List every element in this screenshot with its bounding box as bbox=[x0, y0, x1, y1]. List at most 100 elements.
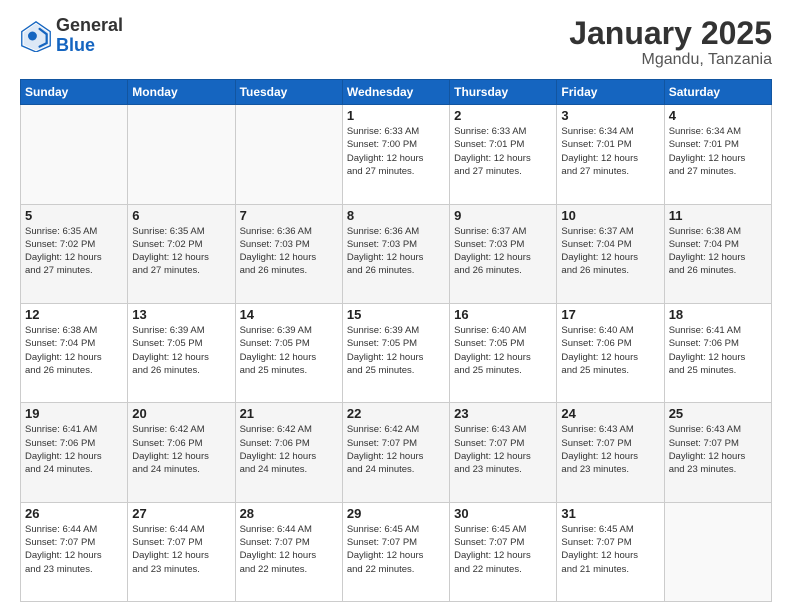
calendar-cell-w2-d4: 9Sunrise: 6:37 AMSunset: 7:03 PMDaylight… bbox=[450, 204, 557, 303]
calendar-cell-w1-d4: 2Sunrise: 6:33 AMSunset: 7:01 PMDaylight… bbox=[450, 105, 557, 204]
day-number: 17 bbox=[561, 307, 659, 322]
day-info: Sunrise: 6:35 AMSunset: 7:02 PMDaylight:… bbox=[132, 225, 230, 278]
day-number: 31 bbox=[561, 506, 659, 521]
day-number: 14 bbox=[240, 307, 338, 322]
calendar-cell-w2-d1: 6 Sunrise: 6:35 AMSunset: 7:02 PMDaylight… bbox=[128, 204, 235, 303]
calendar-cell-w5-d6 bbox=[664, 502, 771, 601]
day-number: 11 bbox=[669, 208, 767, 223]
day-info: Sunrise: 6:33 AMSunset: 7:01 PMDaylight:… bbox=[454, 125, 552, 178]
day-number: 20 bbox=[132, 406, 230, 421]
calendar-cell-w1-d3: 1Sunrise: 6:33 AMSunset: 7:00 PMDaylight… bbox=[342, 105, 449, 204]
day-number: 18 bbox=[669, 307, 767, 322]
day-number: 27 bbox=[132, 506, 230, 521]
title-month: January 2025 bbox=[569, 16, 772, 51]
day-info: Sunrise: 6:37 AMSunset: 7:03 PMDaylight:… bbox=[454, 225, 552, 278]
calendar-week-4: 19 Sunrise: 6:41 AMSunset: 7:06 PMDayligh… bbox=[21, 403, 772, 502]
day-number: 1 bbox=[347, 108, 445, 123]
day-info: Sunrise: 6:36 AMSunset: 7:03 PMDaylight:… bbox=[347, 225, 445, 278]
calendar-cell-w1-d5: 3Sunrise: 6:34 AMSunset: 7:01 PMDaylight… bbox=[557, 105, 664, 204]
calendar-cell-w5-d1: 27 Sunrise: 6:44 AMSunset: 7:07 PMDayligh… bbox=[128, 502, 235, 601]
calendar-header-row: Sunday Monday Tuesday Wednesday Thursday… bbox=[21, 80, 772, 105]
header: General Blue January 2025 Mgandu, Tanzan… bbox=[20, 16, 772, 69]
calendar-cell-w2-d6: 11 Sunrise: 6:38 AMSunset: 7:04 PMDayligh… bbox=[664, 204, 771, 303]
day-info: Sunrise: 6:45 AMSunset: 7:07 PMDaylight:… bbox=[454, 523, 552, 576]
calendar-cell-w4-d3: 22 Sunrise: 6:42 AMSunset: 7:07 PMDayligh… bbox=[342, 403, 449, 502]
day-info: Sunrise: 6:36 AMSunset: 7:03 PMDaylight:… bbox=[240, 225, 338, 278]
day-info: Sunrise: 6:43 AMSunset: 7:07 PMDaylight:… bbox=[669, 423, 767, 476]
calendar-week-1: 1Sunrise: 6:33 AMSunset: 7:00 PMDaylight… bbox=[21, 105, 772, 204]
day-number: 12 bbox=[25, 307, 123, 322]
day-info: Sunrise: 6:44 AMSunset: 7:07 PMDaylight:… bbox=[240, 523, 338, 576]
calendar-cell-w4-d2: 21Sunrise: 6:42 AMSunset: 7:06 PMDayligh… bbox=[235, 403, 342, 502]
calendar-week-2: 5 Sunrise: 6:35 AMSunset: 7:02 PMDaylight… bbox=[21, 204, 772, 303]
day-info: Sunrise: 6:39 AMSunset: 7:05 PMDaylight:… bbox=[132, 324, 230, 377]
calendar-cell-w2-d2: 7 Sunrise: 6:36 AMSunset: 7:03 PMDaylight… bbox=[235, 204, 342, 303]
day-number: 22 bbox=[347, 406, 445, 421]
calendar-cell-w4-d1: 20 Sunrise: 6:42 AMSunset: 7:06 PMDayligh… bbox=[128, 403, 235, 502]
day-number: 28 bbox=[240, 506, 338, 521]
calendar-cell-w5-d3: 29 Sunrise: 6:45 AMSunset: 7:07 PMDayligh… bbox=[342, 502, 449, 601]
day-number: 24 bbox=[561, 406, 659, 421]
calendar-cell-w5-d2: 28 Sunrise: 6:44 AMSunset: 7:07 PMDayligh… bbox=[235, 502, 342, 601]
day-info: Sunrise: 6:38 AMSunset: 7:04 PMDaylight:… bbox=[669, 225, 767, 278]
day-info: Sunrise: 6:41 AMSunset: 7:06 PMDaylight:… bbox=[25, 423, 123, 476]
calendar-cell-w4-d5: 24 Sunrise: 6:43 AMSunset: 7:07 PMDayligh… bbox=[557, 403, 664, 502]
day-number: 7 bbox=[240, 208, 338, 223]
day-number: 10 bbox=[561, 208, 659, 223]
day-info: Sunrise: 6:37 AMSunset: 7:04 PMDaylight:… bbox=[561, 225, 659, 278]
calendar-cell-w2-d0: 5Sunrise: 6:35 AMSunset: 7:02 PMDaylight… bbox=[21, 204, 128, 303]
calendar-cell-w1-d1 bbox=[128, 105, 235, 204]
day-number: 16 bbox=[454, 307, 552, 322]
calendar-cell-w5-d4: 30 Sunrise: 6:45 AMSunset: 7:07 PMDayligh… bbox=[450, 502, 557, 601]
calendar-cell-w5-d5: 31 Sunrise: 6:45 AMSunset: 7:07 PMDayligh… bbox=[557, 502, 664, 601]
calendar-cell-w3-d2: 14 Sunrise: 6:39 AMSunset: 7:05 PMDayligh… bbox=[235, 303, 342, 402]
day-info: Sunrise: 6:38 AMSunset: 7:04 PMDaylight:… bbox=[25, 324, 123, 377]
calendar-cell-w3-d5: 17Sunrise: 6:40 AMSunset: 7:06 PMDayligh… bbox=[557, 303, 664, 402]
day-info: Sunrise: 6:44 AMSunset: 7:07 PMDaylight:… bbox=[132, 523, 230, 576]
calendar-cell-w1-d6: 4 Sunrise: 6:34 AMSunset: 7:01 PMDaylight… bbox=[664, 105, 771, 204]
day-info: Sunrise: 6:45 AMSunset: 7:07 PMDaylight:… bbox=[561, 523, 659, 576]
day-number: 29 bbox=[347, 506, 445, 521]
day-info: Sunrise: 6:42 AMSunset: 7:06 PMDaylight:… bbox=[132, 423, 230, 476]
day-number: 19 bbox=[25, 406, 123, 421]
day-number: 25 bbox=[669, 406, 767, 421]
day-info: Sunrise: 6:42 AMSunset: 7:07 PMDaylight:… bbox=[347, 423, 445, 476]
calendar-week-5: 26 Sunrise: 6:44 AMSunset: 7:07 PMDayligh… bbox=[21, 502, 772, 601]
logo-text: General Blue bbox=[56, 16, 123, 56]
day-number: 4 bbox=[669, 108, 767, 123]
calendar-cell-w1-d2 bbox=[235, 105, 342, 204]
day-info: Sunrise: 6:39 AMSunset: 7:05 PMDaylight:… bbox=[240, 324, 338, 377]
day-info: Sunrise: 6:45 AMSunset: 7:07 PMDaylight:… bbox=[347, 523, 445, 576]
col-sunday: Sunday bbox=[21, 80, 128, 105]
calendar-cell-w5-d0: 26 Sunrise: 6:44 AMSunset: 7:07 PMDayligh… bbox=[21, 502, 128, 601]
calendar-cell-w3-d6: 18Sunrise: 6:41 AMSunset: 7:06 PMDayligh… bbox=[664, 303, 771, 402]
col-saturday: Saturday bbox=[664, 80, 771, 105]
logo-blue-text: Blue bbox=[56, 35, 95, 55]
day-number: 23 bbox=[454, 406, 552, 421]
day-number: 26 bbox=[25, 506, 123, 521]
title-location: Mgandu, Tanzania bbox=[569, 51, 772, 69]
day-number: 30 bbox=[454, 506, 552, 521]
day-info: Sunrise: 6:40 AMSunset: 7:05 PMDaylight:… bbox=[454, 324, 552, 377]
col-thursday: Thursday bbox=[450, 80, 557, 105]
calendar-cell-w3-d3: 15Sunrise: 6:39 AMSunset: 7:05 PMDayligh… bbox=[342, 303, 449, 402]
calendar-cell-w3-d4: 16 Sunrise: 6:40 AMSunset: 7:05 PMDayligh… bbox=[450, 303, 557, 402]
calendar-cell-w1-d0 bbox=[21, 105, 128, 204]
day-info: Sunrise: 6:34 AMSunset: 7:01 PMDaylight:… bbox=[669, 125, 767, 178]
day-number: 21 bbox=[240, 406, 338, 421]
calendar-cell-w4-d4: 23Sunrise: 6:43 AMSunset: 7:07 PMDayligh… bbox=[450, 403, 557, 502]
day-number: 5 bbox=[25, 208, 123, 223]
col-tuesday: Tuesday bbox=[235, 80, 342, 105]
day-number: 6 bbox=[132, 208, 230, 223]
day-info: Sunrise: 6:44 AMSunset: 7:07 PMDaylight:… bbox=[25, 523, 123, 576]
logo: General Blue bbox=[20, 16, 123, 56]
day-info: Sunrise: 6:34 AMSunset: 7:01 PMDaylight:… bbox=[561, 125, 659, 178]
day-number: 8 bbox=[347, 208, 445, 223]
page: General Blue January 2025 Mgandu, Tanzan… bbox=[0, 0, 792, 612]
calendar-cell-w2-d3: 8 Sunrise: 6:36 AMSunset: 7:03 PMDaylight… bbox=[342, 204, 449, 303]
col-wednesday: Wednesday bbox=[342, 80, 449, 105]
col-friday: Friday bbox=[557, 80, 664, 105]
calendar-cell-w2-d5: 10 Sunrise: 6:37 AMSunset: 7:04 PMDayligh… bbox=[557, 204, 664, 303]
day-info: Sunrise: 6:43 AMSunset: 7:07 PMDaylight:… bbox=[561, 423, 659, 476]
day-number: 13 bbox=[132, 307, 230, 322]
